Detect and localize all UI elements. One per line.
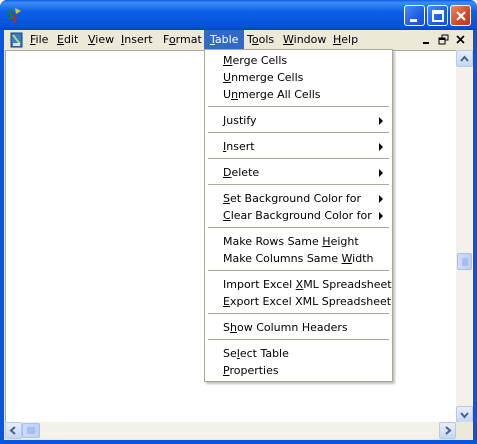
- submenu-arrow-icon: [379, 117, 383, 125]
- menu-separator: [208, 106, 389, 107]
- menu-item-justify[interactable]: Justify: [206, 112, 391, 129]
- sj-app-icon[interactable]: S J: [6, 7, 22, 23]
- vertical-scroll-thumb[interactable]: [457, 253, 472, 270]
- document-icon[interactable]: [10, 32, 24, 48]
- menu-insert[interactable]: Insert: [115, 30, 159, 49]
- grip-icon: [462, 258, 468, 266]
- submenu-arrow-icon: [379, 143, 383, 151]
- menu-separator: [208, 227, 389, 228]
- menu-separator: [208, 158, 389, 159]
- menu-item-merge-cells[interactable]: Merge Cells: [206, 52, 391, 69]
- menu-item-rows-same-height[interactable]: Make Rows Same Height: [206, 233, 391, 250]
- minimize-icon: [410, 19, 417, 22]
- horizontal-scrollbar[interactable]: [5, 422, 456, 439]
- menu-item-set-background-color[interactable]: Set Background Color for: [206, 190, 391, 207]
- menu-item-properties[interactable]: Properties: [206, 362, 391, 379]
- svg-text:J: J: [12, 14, 17, 23]
- close-icon: [456, 11, 466, 21]
- horizontal-scroll-thumb[interactable]: [22, 423, 40, 438]
- menu-bar: File Edit View Insert Format Table Tools…: [4, 30, 473, 49]
- scrollbar-corner: [456, 422, 473, 439]
- mdi-minimize-icon[interactable]: [421, 34, 433, 46]
- menu-tools[interactable]: Tools: [241, 30, 280, 49]
- chevron-right-icon: [445, 426, 452, 435]
- scroll-down-button[interactable]: [456, 406, 473, 423]
- vertical-scrollbar[interactable]: [456, 50, 473, 423]
- menu-item-select-table[interactable]: Select Table: [206, 345, 391, 362]
- chevron-up-icon: [460, 55, 469, 62]
- menu-help[interactable]: Help: [327, 30, 364, 49]
- menu-separator: [208, 184, 389, 185]
- menu-item-import-excel-xml[interactable]: Import Excel XML Spreadsheet: [206, 276, 392, 293]
- menu-edit[interactable]: Edit: [51, 30, 84, 49]
- table-menu-dropdown: Merge Cells Unmerge Cells Unmerge All Ce…: [204, 49, 393, 382]
- scroll-up-button[interactable]: [456, 50, 473, 67]
- close-button[interactable]: [450, 5, 471, 26]
- submenu-arrow-icon: [379, 195, 383, 203]
- menu-item-columns-same-width[interactable]: Make Columns Same Width: [206, 250, 391, 267]
- scroll-right-button[interactable]: [439, 422, 456, 439]
- menu-table[interactable]: Table: [204, 30, 245, 49]
- submenu-arrow-icon: [379, 169, 383, 177]
- menu-item-clear-background-color[interactable]: Clear Background Color for: [206, 207, 391, 224]
- menu-item-delete[interactable]: Delete: [206, 164, 391, 181]
- chevron-down-icon: [460, 412, 469, 419]
- grip-icon: [27, 427, 35, 434]
- menu-item-unmerge-cells[interactable]: Unmerge Cells: [206, 69, 391, 86]
- mdi-close-icon[interactable]: [455, 34, 467, 46]
- menu-separator: [208, 339, 389, 340]
- menu-item-show-column-headers[interactable]: Show Column Headers: [206, 319, 391, 336]
- menu-item-insert[interactable]: Insert: [206, 138, 391, 155]
- menu-separator: [208, 313, 389, 314]
- minimize-button[interactable]: [404, 5, 425, 26]
- scroll-left-button[interactable]: [5, 422, 22, 439]
- menu-window[interactable]: Window: [277, 30, 332, 49]
- menu-separator: [208, 132, 389, 133]
- chevron-left-icon: [9, 426, 16, 435]
- submenu-arrow-icon: [379, 212, 383, 220]
- menu-separator: [208, 270, 389, 271]
- menu-file[interactable]: File: [24, 30, 54, 49]
- maximize-button[interactable]: [427, 5, 448, 26]
- mdi-restore-icon[interactable]: [438, 34, 450, 46]
- menu-item-export-excel-xml[interactable]: Export Excel XML Spreadsheet: [206, 293, 391, 310]
- title-bar[interactable]: S J: [0, 0, 477, 30]
- menu-format[interactable]: Format: [157, 30, 208, 49]
- menu-item-unmerge-all-cells[interactable]: Unmerge All Cells: [206, 86, 391, 103]
- maximize-icon: [432, 10, 444, 22]
